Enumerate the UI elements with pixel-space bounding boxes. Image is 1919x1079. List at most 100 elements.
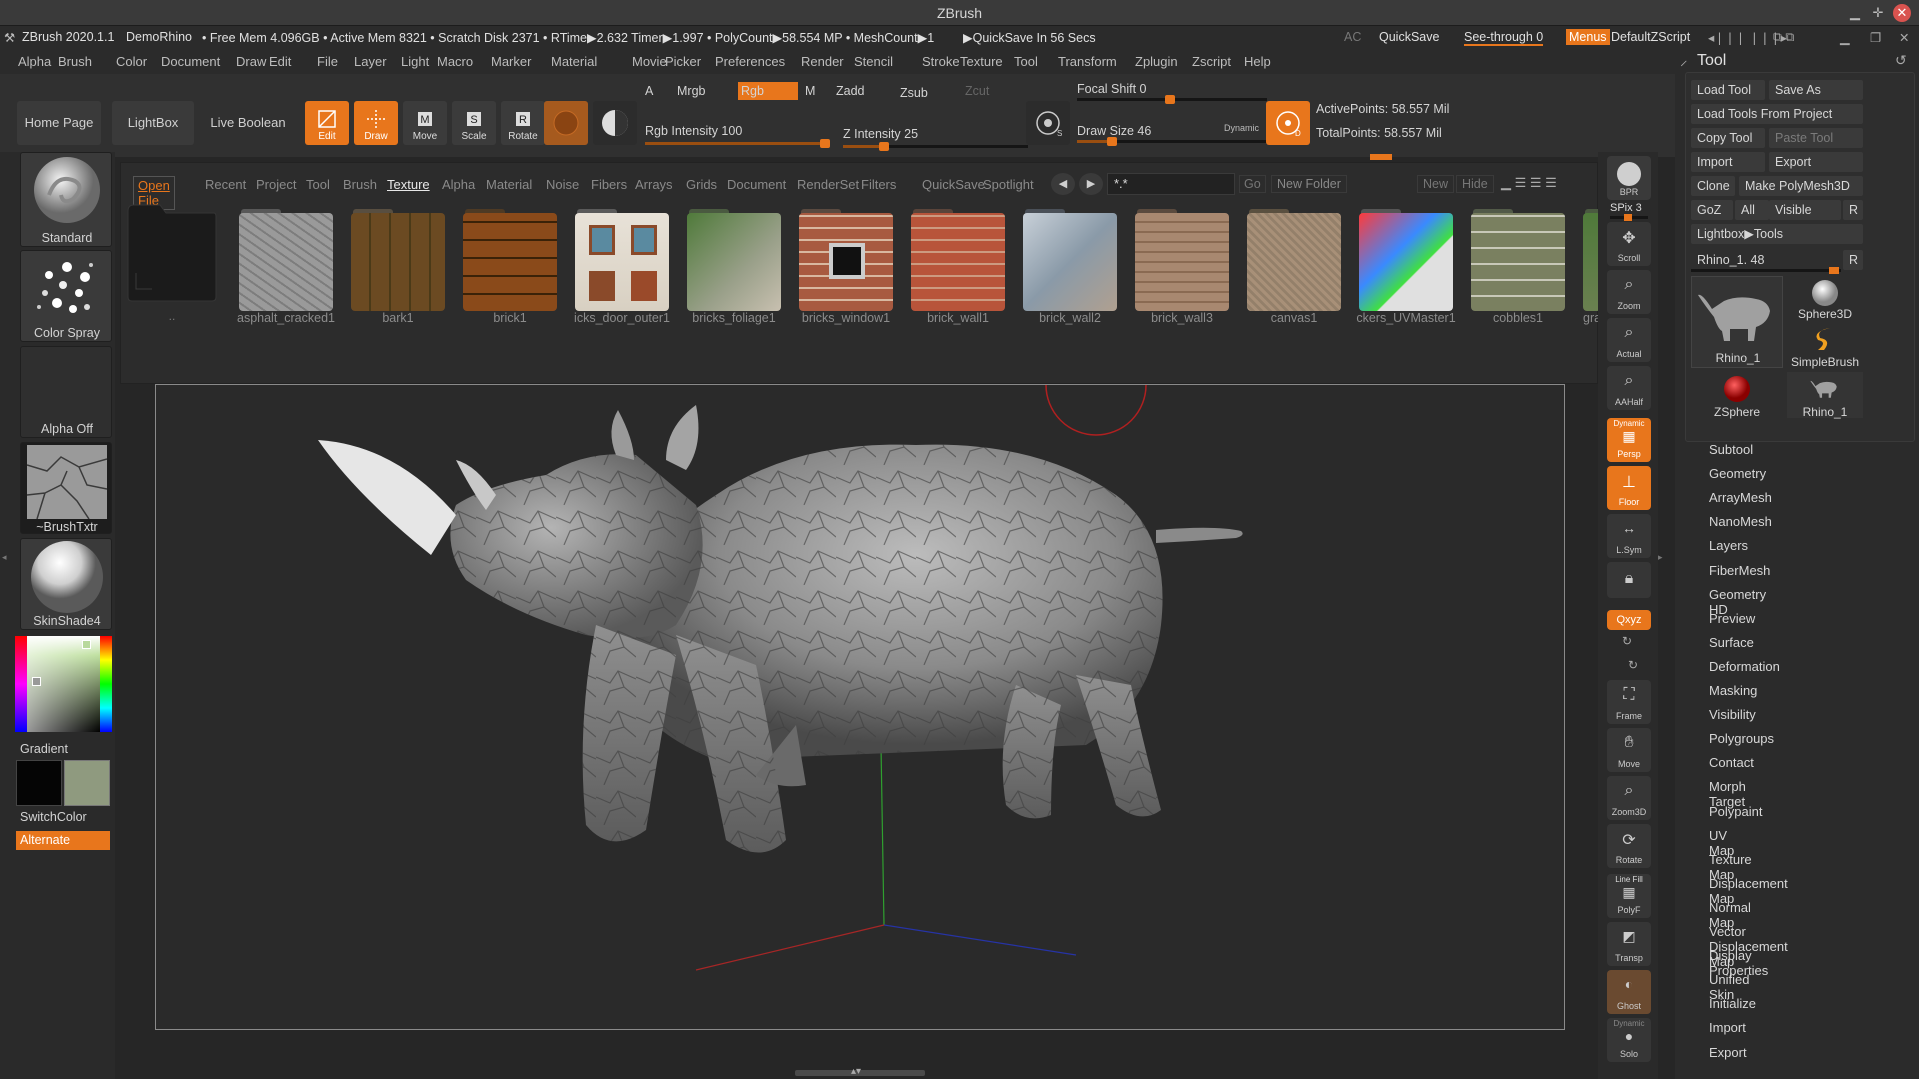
menu-macro[interactable]: Macro xyxy=(437,54,473,69)
persp-button[interactable]: Dynamic ▦ Persp xyxy=(1607,418,1651,462)
menu-transform[interactable]: Transform xyxy=(1058,54,1117,69)
reset-icon[interactable]: ↺ xyxy=(1895,52,1907,69)
texture-thumbnail[interactable] xyxy=(687,213,781,311)
goz-all-button[interactable]: All xyxy=(1735,200,1769,220)
tray-arrow-icon[interactable]: ▴▾ xyxy=(851,1066,861,1077)
focal-shift-slider[interactable] xyxy=(1077,95,1267,104)
lsym-button[interactable]: ↔ L.Sym xyxy=(1607,514,1651,558)
tool-thumb-zsphere[interactable]: ZSphere xyxy=(1691,372,1783,419)
subpalette-fibermesh[interactable]: FiberMesh xyxy=(1709,563,1770,578)
tab-material[interactable]: Material xyxy=(486,177,532,192)
quicksave-button[interactable]: QuickSave xyxy=(1379,30,1439,44)
tab-filters[interactable]: Filters xyxy=(861,177,896,192)
texture-button[interactable]: ~BrushTxtr xyxy=(20,442,112,534)
menu-stencil[interactable]: Stencil xyxy=(854,54,893,69)
tab-texture[interactable]: Texture xyxy=(387,177,430,192)
export-button[interactable]: Export xyxy=(1769,152,1863,172)
goz-visible-button[interactable]: Visible xyxy=(1769,200,1841,220)
floor-button[interactable]: ⊥ Floor xyxy=(1607,466,1651,510)
lightbox-tools-button[interactable]: Lightbox▶Tools xyxy=(1691,224,1863,244)
subpalette-layers[interactable]: Layers xyxy=(1709,538,1748,553)
hide-button[interactable]: Hide xyxy=(1456,175,1494,193)
subpalette-import[interactable]: Import xyxy=(1709,1020,1746,1035)
aahalf-button[interactable]: ⌕ AAHalf xyxy=(1607,366,1651,410)
tab-tool[interactable]: Tool xyxy=(306,177,330,192)
new-folder-button[interactable]: New Folder xyxy=(1271,175,1347,193)
subpalette-initialize[interactable]: Initialize xyxy=(1709,996,1756,1011)
mrgb-button[interactable]: Mrgb xyxy=(677,84,705,98)
texture-thumbnail[interactable] xyxy=(799,213,893,311)
subpalette-nanomesh[interactable]: NanoMesh xyxy=(1709,514,1772,529)
subpalette-arraymesh[interactable]: ArrayMesh xyxy=(1709,490,1772,505)
window-icon[interactable]: ❐ xyxy=(1870,30,1881,45)
lightbox-button[interactable]: LightBox xyxy=(112,101,194,145)
parent-folder[interactable]: .. xyxy=(126,203,218,323)
draw-size-slider[interactable] xyxy=(1077,137,1267,146)
gradient-button[interactable]: Gradient xyxy=(20,742,68,756)
close-doc-icon[interactable]: ✕ xyxy=(1899,30,1909,45)
switchcolor-button[interactable]: SwitchColor xyxy=(20,810,87,824)
material-swatch-button[interactable] xyxy=(544,101,588,145)
menu-color[interactable]: Color xyxy=(116,54,147,69)
spotlight-button[interactable]: S xyxy=(1026,101,1070,145)
ui-layout-icon[interactable]: ⧉ ⧉ xyxy=(1773,30,1794,45)
zsub-button[interactable]: Zsub xyxy=(900,86,928,100)
alpha-off-button[interactable]: Alpha Off xyxy=(20,346,112,438)
rgb-button[interactable]: Rgb xyxy=(738,82,798,100)
menu-movie[interactable]: Movie xyxy=(632,54,667,69)
subpalette-preview[interactable]: Preview xyxy=(1709,611,1755,626)
lock-button[interactable]: 🔒︎ xyxy=(1607,562,1651,598)
dynamic-brush-button[interactable]: D xyxy=(1266,101,1310,145)
view-mode-icons[interactable]: ▁ ☰ ☰ ☰ xyxy=(1501,175,1557,191)
subpalette-deformation[interactable]: Deformation xyxy=(1709,659,1780,674)
copy-tool-button[interactable]: Copy Tool xyxy=(1691,128,1765,148)
menu-material[interactable]: Material xyxy=(551,54,597,69)
tool-thumb-sphere3d[interactable]: Sphere3D xyxy=(1787,276,1863,321)
save-as-button[interactable]: Save As xyxy=(1769,80,1863,100)
stroke-colorspray-button[interactable]: Color Spray xyxy=(20,250,112,342)
paste-tool-button[interactable]: Paste Tool xyxy=(1769,128,1863,148)
transp-button[interactable]: ◩ Transp xyxy=(1607,922,1651,966)
actual-button[interactable]: ⌕ Actual xyxy=(1607,318,1651,362)
tool-thumb-rhino[interactable]: Rhino_1 xyxy=(1691,276,1783,368)
tab-spotlight[interactable]: Spotlight xyxy=(983,177,1034,192)
zoom3d-button[interactable]: ⌕ Zoom3D xyxy=(1607,776,1651,820)
texture-thumbnail[interactable] xyxy=(239,213,333,311)
subpalette-surface[interactable]: Surface xyxy=(1709,635,1754,650)
collapse-right-icon[interactable]: ▸ xyxy=(1658,552,1663,563)
tool-thumb-rhino-small[interactable]: Rhino_1 xyxy=(1787,372,1863,419)
subpalette-subtool[interactable]: Subtool xyxy=(1709,442,1753,457)
menu-alpha[interactable]: Alpha xyxy=(18,54,51,69)
polyf-button[interactable]: Line Fill ▦ PolyF xyxy=(1607,874,1651,918)
ac-indicator[interactable]: AC xyxy=(1344,30,1361,44)
menu-document[interactable]: Document xyxy=(161,54,220,69)
menu-draw[interactable]: Draw xyxy=(236,54,266,69)
main-color-swatch[interactable] xyxy=(64,760,110,806)
rgb-intensity-slider[interactable] xyxy=(645,139,830,148)
subpalette-geometry[interactable]: Geometry xyxy=(1709,466,1766,481)
texture-thumbnail[interactable] xyxy=(351,213,445,311)
default-zscript-button[interactable]: DefaultZScript xyxy=(1611,30,1690,44)
go-button[interactable]: Go xyxy=(1239,175,1266,193)
z-intensity-slider[interactable] xyxy=(843,142,1028,151)
move-view-button[interactable]: ✋︎ Move xyxy=(1607,728,1651,772)
rotate-z-icon[interactable]: ↻ xyxy=(1628,658,1638,672)
menu-preferences[interactable]: Preferences xyxy=(715,54,785,69)
menu-zscript[interactable]: Zscript xyxy=(1192,54,1231,69)
ghost-button[interactable]: ◐ Ghost xyxy=(1607,970,1651,1014)
tool-thumb-simplebrush[interactable]: SimpleBrush xyxy=(1787,322,1863,369)
tab-brush[interactable]: Brush xyxy=(343,177,377,192)
subpalette-contact[interactable]: Contact xyxy=(1709,755,1754,770)
subpalette-visibility[interactable]: Visibility xyxy=(1709,707,1756,722)
import-button[interactable]: Import xyxy=(1691,152,1765,172)
tab-noise[interactable]: Noise xyxy=(546,177,579,192)
rotate-view-button[interactable]: ⟳ Rotate xyxy=(1607,824,1651,868)
load-tool-button[interactable]: Load Tool xyxy=(1691,80,1765,100)
restore-icon[interactable]: ▁ xyxy=(1840,30,1850,45)
tab-alpha[interactable]: Alpha xyxy=(442,177,475,192)
prev-arrow-icon[interactable]: ◀ xyxy=(1051,173,1075,195)
menu-light[interactable]: Light xyxy=(401,54,429,69)
menu-edit[interactable]: Edit xyxy=(269,54,291,69)
color-picker[interactable] xyxy=(15,636,112,732)
rotate-y-icon[interactable]: ↻ xyxy=(1622,634,1632,648)
